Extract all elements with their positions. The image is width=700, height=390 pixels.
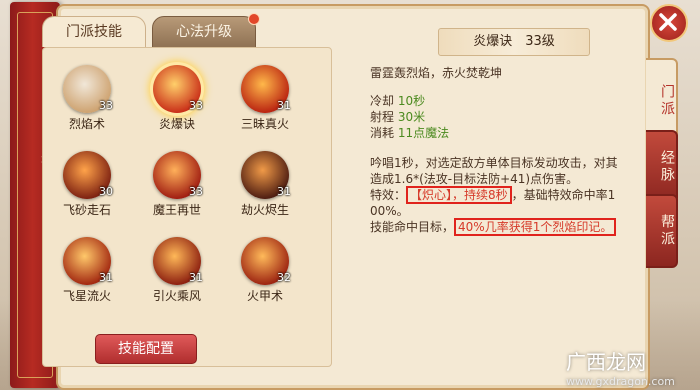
skill-name: 引火乘风 (152, 289, 201, 303)
skill-detail-title: 炎爆诀 33级 (438, 28, 590, 56)
stat-value: 11点魔法 (397, 126, 450, 140)
skill-slot[interactable]: 31 引火乘风 (141, 231, 211, 303)
skill-name: 飞星流火 (62, 289, 111, 303)
skill-name: 三昧真火 (240, 117, 289, 131)
hit-highlight: 40%几率获得1个烈焰印记。 (454, 218, 617, 236)
skill-description-line: 吟唱1秒，对选定敌方单体目标发动攻击，对其 (370, 156, 618, 170)
skill-slot[interactable]: 31 三昧真火 (229, 59, 299, 131)
effect-line-2: 00%。 (370, 204, 409, 218)
effect-prefix: 特效： (370, 188, 407, 202)
stat-label: 射程 (370, 110, 395, 124)
hit-line: 技能命中目标， 40%几率获得1个烈焰印记。 (370, 218, 638, 236)
skill-config-button[interactable]: 技能配置 (95, 334, 197, 364)
watermark-sub: www.gxdragon.com (566, 375, 675, 388)
skill-slot[interactable]: 33 魔王再世 (141, 145, 211, 217)
skill-name: 飞砂走石 (62, 203, 111, 217)
stat-row: 消耗 11点魔法 (370, 124, 638, 141)
watermark: 广西龙网 www.gxdragon.com (566, 346, 675, 388)
skill-name: 劫火烬生 (240, 203, 289, 217)
skill-subtitle: 雷霆轰烈焰，赤火焚乾坤 (370, 66, 503, 80)
skill-slot[interactable]: 31 飞星流火 (51, 231, 121, 303)
skill-slot[interactable]: 32 火甲术 (229, 231, 299, 303)
skill-name: 魔王再世 (152, 203, 201, 217)
skill-level: 31 (277, 99, 291, 112)
skill-level: 33 (189, 185, 203, 198)
tab-heart-upgrade[interactable]: 心法升级 (152, 16, 256, 48)
skill-level: 31 (99, 271, 113, 284)
hit-prefix: 技能命中目标， (370, 220, 455, 234)
close-icon (659, 13, 677, 31)
skill-level: 31 (277, 185, 291, 198)
stat-value: 30米 (397, 110, 426, 124)
skill-level: 30 (99, 185, 113, 198)
close-button[interactable] (650, 4, 688, 42)
skill-level: 31 (189, 271, 203, 284)
watermark-main: 广西龙网 (566, 350, 646, 374)
stat-value: 10秒 (397, 94, 426, 108)
stat-label: 消耗 (370, 126, 395, 140)
side-tab-guild[interactable]: 帮派 (646, 194, 678, 268)
stat-row: 冷却 10秒 (370, 92, 638, 109)
effect-suffix: ，基础特效命中率1 (511, 188, 616, 202)
skill-name: 炎爆诀 (158, 117, 195, 131)
tab-sect-skills[interactable]: 门派技能 (42, 16, 146, 47)
skill-level: 32 (277, 271, 291, 284)
side-tab-meridian[interactable]: 经脉 (646, 130, 678, 204)
stat-label: 冷却 (370, 94, 395, 108)
skill-slot[interactable]: 33 烈焰术 (51, 59, 121, 131)
skill-grid: 33 烈焰术 33 炎爆诀 31 三昧真火 30 飞砂走石 33 魔王再世 31 劫火烬生 31 飞星流火… (42, 47, 332, 367)
skill-slot[interactable]: 31 劫火烬生 (229, 145, 299, 217)
notification-dot (248, 13, 260, 25)
skill-name: 烈焰术 (68, 117, 105, 131)
skill-slot[interactable]: 33 炎爆诀 (141, 59, 211, 131)
skill-name: 火甲术 (246, 289, 283, 303)
skill-description-line: 造成1.6*(法攻-目标法防+41)点伤害。 (370, 172, 579, 186)
skill-level: 33 (99, 99, 113, 112)
skill-slot[interactable]: 30 飞砂走石 (51, 145, 121, 217)
skill-level: 33 (189, 99, 203, 112)
stat-row: 射程 30米 (370, 108, 638, 125)
